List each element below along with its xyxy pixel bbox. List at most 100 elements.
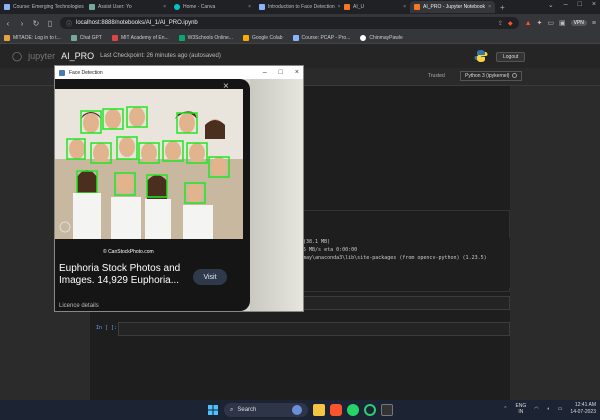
minimize-icon[interactable]: – bbox=[564, 1, 568, 9]
chevron-up-icon[interactable]: ⌃ bbox=[503, 406, 507, 412]
address-bar-row: ‹ › ↻ ▯ ⓘ localhost:8888/notebooks/AI_1/… bbox=[0, 14, 600, 32]
bookmark-icon[interactable]: ▯ bbox=[46, 19, 54, 28]
background-wall bbox=[250, 79, 303, 311]
brave-shield-icon[interactable]: ◆ bbox=[508, 20, 513, 27]
battery-icon[interactable]: ▭ bbox=[558, 406, 563, 412]
reload-icon[interactable]: ↻ bbox=[32, 19, 40, 28]
tab-close-icon[interactable]: × bbox=[248, 4, 251, 10]
new-tab-button[interactable]: + bbox=[495, 3, 510, 12]
wifi-icon[interactable]: ◠ bbox=[534, 406, 538, 412]
code-cell-input[interactable] bbox=[118, 322, 510, 336]
bookmark-favicon-icon bbox=[242, 34, 249, 41]
bookmark-item[interactable]: ChinmayPawle bbox=[360, 34, 403, 41]
tab-4[interactable]: AI_U × bbox=[340, 1, 410, 13]
tab-favicon-icon bbox=[259, 4, 265, 10]
face-window-titlebar[interactable]: Face Detection – □ × bbox=[55, 66, 303, 79]
cell-output: (38.1 MB) 5 MB/s eta 0:00:00 may\anacond… bbox=[300, 238, 510, 288]
tab-close-icon[interactable]: × bbox=[163, 4, 166, 10]
tab-close-icon[interactable]: × bbox=[403, 4, 406, 10]
bookmark-item[interactable]: Google Colab bbox=[242, 34, 283, 41]
minimize-icon[interactable]: – bbox=[263, 69, 267, 76]
search-highlight-icon bbox=[292, 405, 302, 415]
url-input[interactable]: ⓘ localhost:8888/notebooks/AI_1/AI_PRO.i… bbox=[60, 17, 519, 29]
tab-favicon-icon bbox=[4, 4, 10, 10]
window-controls: ⌄ – □ × bbox=[548, 1, 596, 9]
tab-5[interactable]: AI_PRO - Jupyter Notebook × bbox=[410, 1, 495, 13]
bookmark-favicon-icon bbox=[111, 34, 118, 41]
phone-screen: × © CanStockPhoto.com Euphoria Stock Pho… bbox=[55, 79, 250, 311]
visit-button: Visit bbox=[193, 269, 227, 285]
tab-close-icon[interactable]: × bbox=[488, 4, 491, 10]
maximize-icon[interactable]: □ bbox=[279, 69, 283, 76]
bookmark-item[interactable]: Chat GPT bbox=[70, 34, 102, 41]
windows-start-icon[interactable] bbox=[208, 405, 218, 415]
share-icon[interactable]: ⇪ bbox=[498, 20, 503, 27]
tab-2[interactable]: Home - Canva × bbox=[170, 1, 255, 13]
tab-3[interactable]: Introduction to Face Detection × bbox=[255, 1, 340, 13]
face-window-title: Face Detection bbox=[69, 69, 103, 76]
terminal-icon[interactable] bbox=[381, 404, 393, 416]
taskbar: ⌕ Search ⌃ ENG IN ◠ ◖ ▭ 12:41 AM 14-07-202… bbox=[0, 400, 600, 420]
bookmark-item[interactable]: Course: PCAP - Pro... bbox=[292, 34, 350, 41]
watermark: © CanStockPhoto.com bbox=[103, 249, 154, 255]
file-explorer-icon[interactable] bbox=[313, 404, 325, 416]
extension-icon[interactable]: ✦ bbox=[537, 19, 543, 27]
camera-frame: × © CanStockPhoto.com Euphoria Stock Pho… bbox=[55, 79, 303, 311]
chevron-down-icon[interactable]: ⌄ bbox=[548, 1, 554, 9]
tab-favicon-icon bbox=[174, 4, 180, 10]
maximize-icon[interactable]: □ bbox=[578, 1, 582, 9]
notebook-title[interactable]: AI_PRO bbox=[61, 51, 94, 61]
app-icon[interactable] bbox=[364, 404, 376, 416]
tab-0[interactable]: Course: Emerging Technologies× bbox=[0, 1, 85, 13]
back-icon[interactable]: ‹ bbox=[4, 19, 12, 28]
kernel-status-icon bbox=[512, 73, 518, 79]
whatsapp-icon[interactable] bbox=[347, 404, 359, 416]
search-icon: ⌕ bbox=[230, 406, 234, 413]
taskbar-search[interactable]: ⌕ Search bbox=[224, 403, 308, 417]
system-tray: ⌃ ENG IN ◠ ◖ ▭ 12:41 AM 14-07-2023 bbox=[503, 402, 596, 416]
trusted-indicator[interactable]: Trusted bbox=[428, 73, 445, 79]
code-cell[interactable] bbox=[300, 296, 510, 310]
volume-icon[interactable]: ◖ bbox=[547, 406, 550, 412]
bookmarks-bar: MITAOE: Log in to t... Chat GPT MIT Acad… bbox=[0, 32, 600, 44]
checkpoint-status: Last Checkpoint: 26 minutes ago (autosav… bbox=[100, 53, 221, 59]
bookmark-favicon-icon bbox=[4, 34, 10, 41]
licence-details: Licence details bbox=[59, 303, 99, 309]
github-icon bbox=[360, 34, 367, 41]
clock[interactable]: 12:41 AM 14-07-2023 bbox=[570, 402, 596, 416]
bookmark-item[interactable]: MIT Academy of En... bbox=[111, 34, 169, 41]
kernel-indicator[interactable]: Python 3 (ipykernel) bbox=[460, 71, 523, 81]
info-icon[interactable]: ⓘ bbox=[66, 19, 72, 28]
extensions-area: ▲ ✦ ▭ ▣ VPN ≡ bbox=[525, 19, 596, 28]
bookmark-favicon-icon bbox=[70, 34, 77, 41]
brave-icon[interactable] bbox=[330, 404, 342, 416]
python-logo-icon bbox=[474, 50, 488, 62]
browser-tabbar: Course: Emerging Technologies× Assist Us… bbox=[0, 0, 600, 14]
close-icon[interactable]: × bbox=[295, 69, 299, 76]
tab-favicon-icon bbox=[344, 4, 350, 10]
window-controls: – □ × bbox=[263, 69, 299, 76]
bookmark-favicon-icon bbox=[292, 34, 299, 41]
menu-icon[interactable]: ≡ bbox=[592, 20, 596, 27]
app-icon bbox=[59, 69, 65, 76]
bookmark-item[interactable]: MITAOE: Log in to t... bbox=[4, 34, 61, 41]
group-photo bbox=[55, 89, 243, 239]
bookmark-favicon-icon bbox=[178, 34, 185, 41]
close-icon[interactable]: × bbox=[592, 1, 596, 9]
logout-button[interactable]: Logout bbox=[496, 52, 526, 62]
tab-1[interactable]: Assist User: Yo × bbox=[85, 1, 170, 13]
bookmark-item[interactable]: W3Schools Online... bbox=[178, 34, 233, 41]
cell-prompt: In [ ]: bbox=[96, 325, 118, 331]
rewards-icon[interactable]: ▲ bbox=[525, 20, 532, 27]
jupyter-logo[interactable]: jupyter bbox=[28, 51, 55, 61]
face-detection-window[interactable]: Face Detection – □ × × © CanStockPhoto.c… bbox=[54, 65, 304, 312]
stock-heading: Euphoria Stock Photos and Images. 14,929… bbox=[59, 263, 181, 286]
tab-favicon-icon bbox=[89, 4, 95, 10]
jupyter-logo-icon[interactable]: ◯ bbox=[12, 51, 22, 62]
sidebar-icon[interactable]: ▭ bbox=[547, 19, 554, 27]
language-indicator[interactable]: ENG IN bbox=[515, 403, 526, 415]
wallet-icon[interactable]: ▣ bbox=[559, 19, 566, 27]
forward-icon[interactable]: › bbox=[18, 19, 26, 28]
vpn-button[interactable]: VPN bbox=[570, 20, 587, 26]
tab-favicon-icon bbox=[414, 4, 420, 10]
